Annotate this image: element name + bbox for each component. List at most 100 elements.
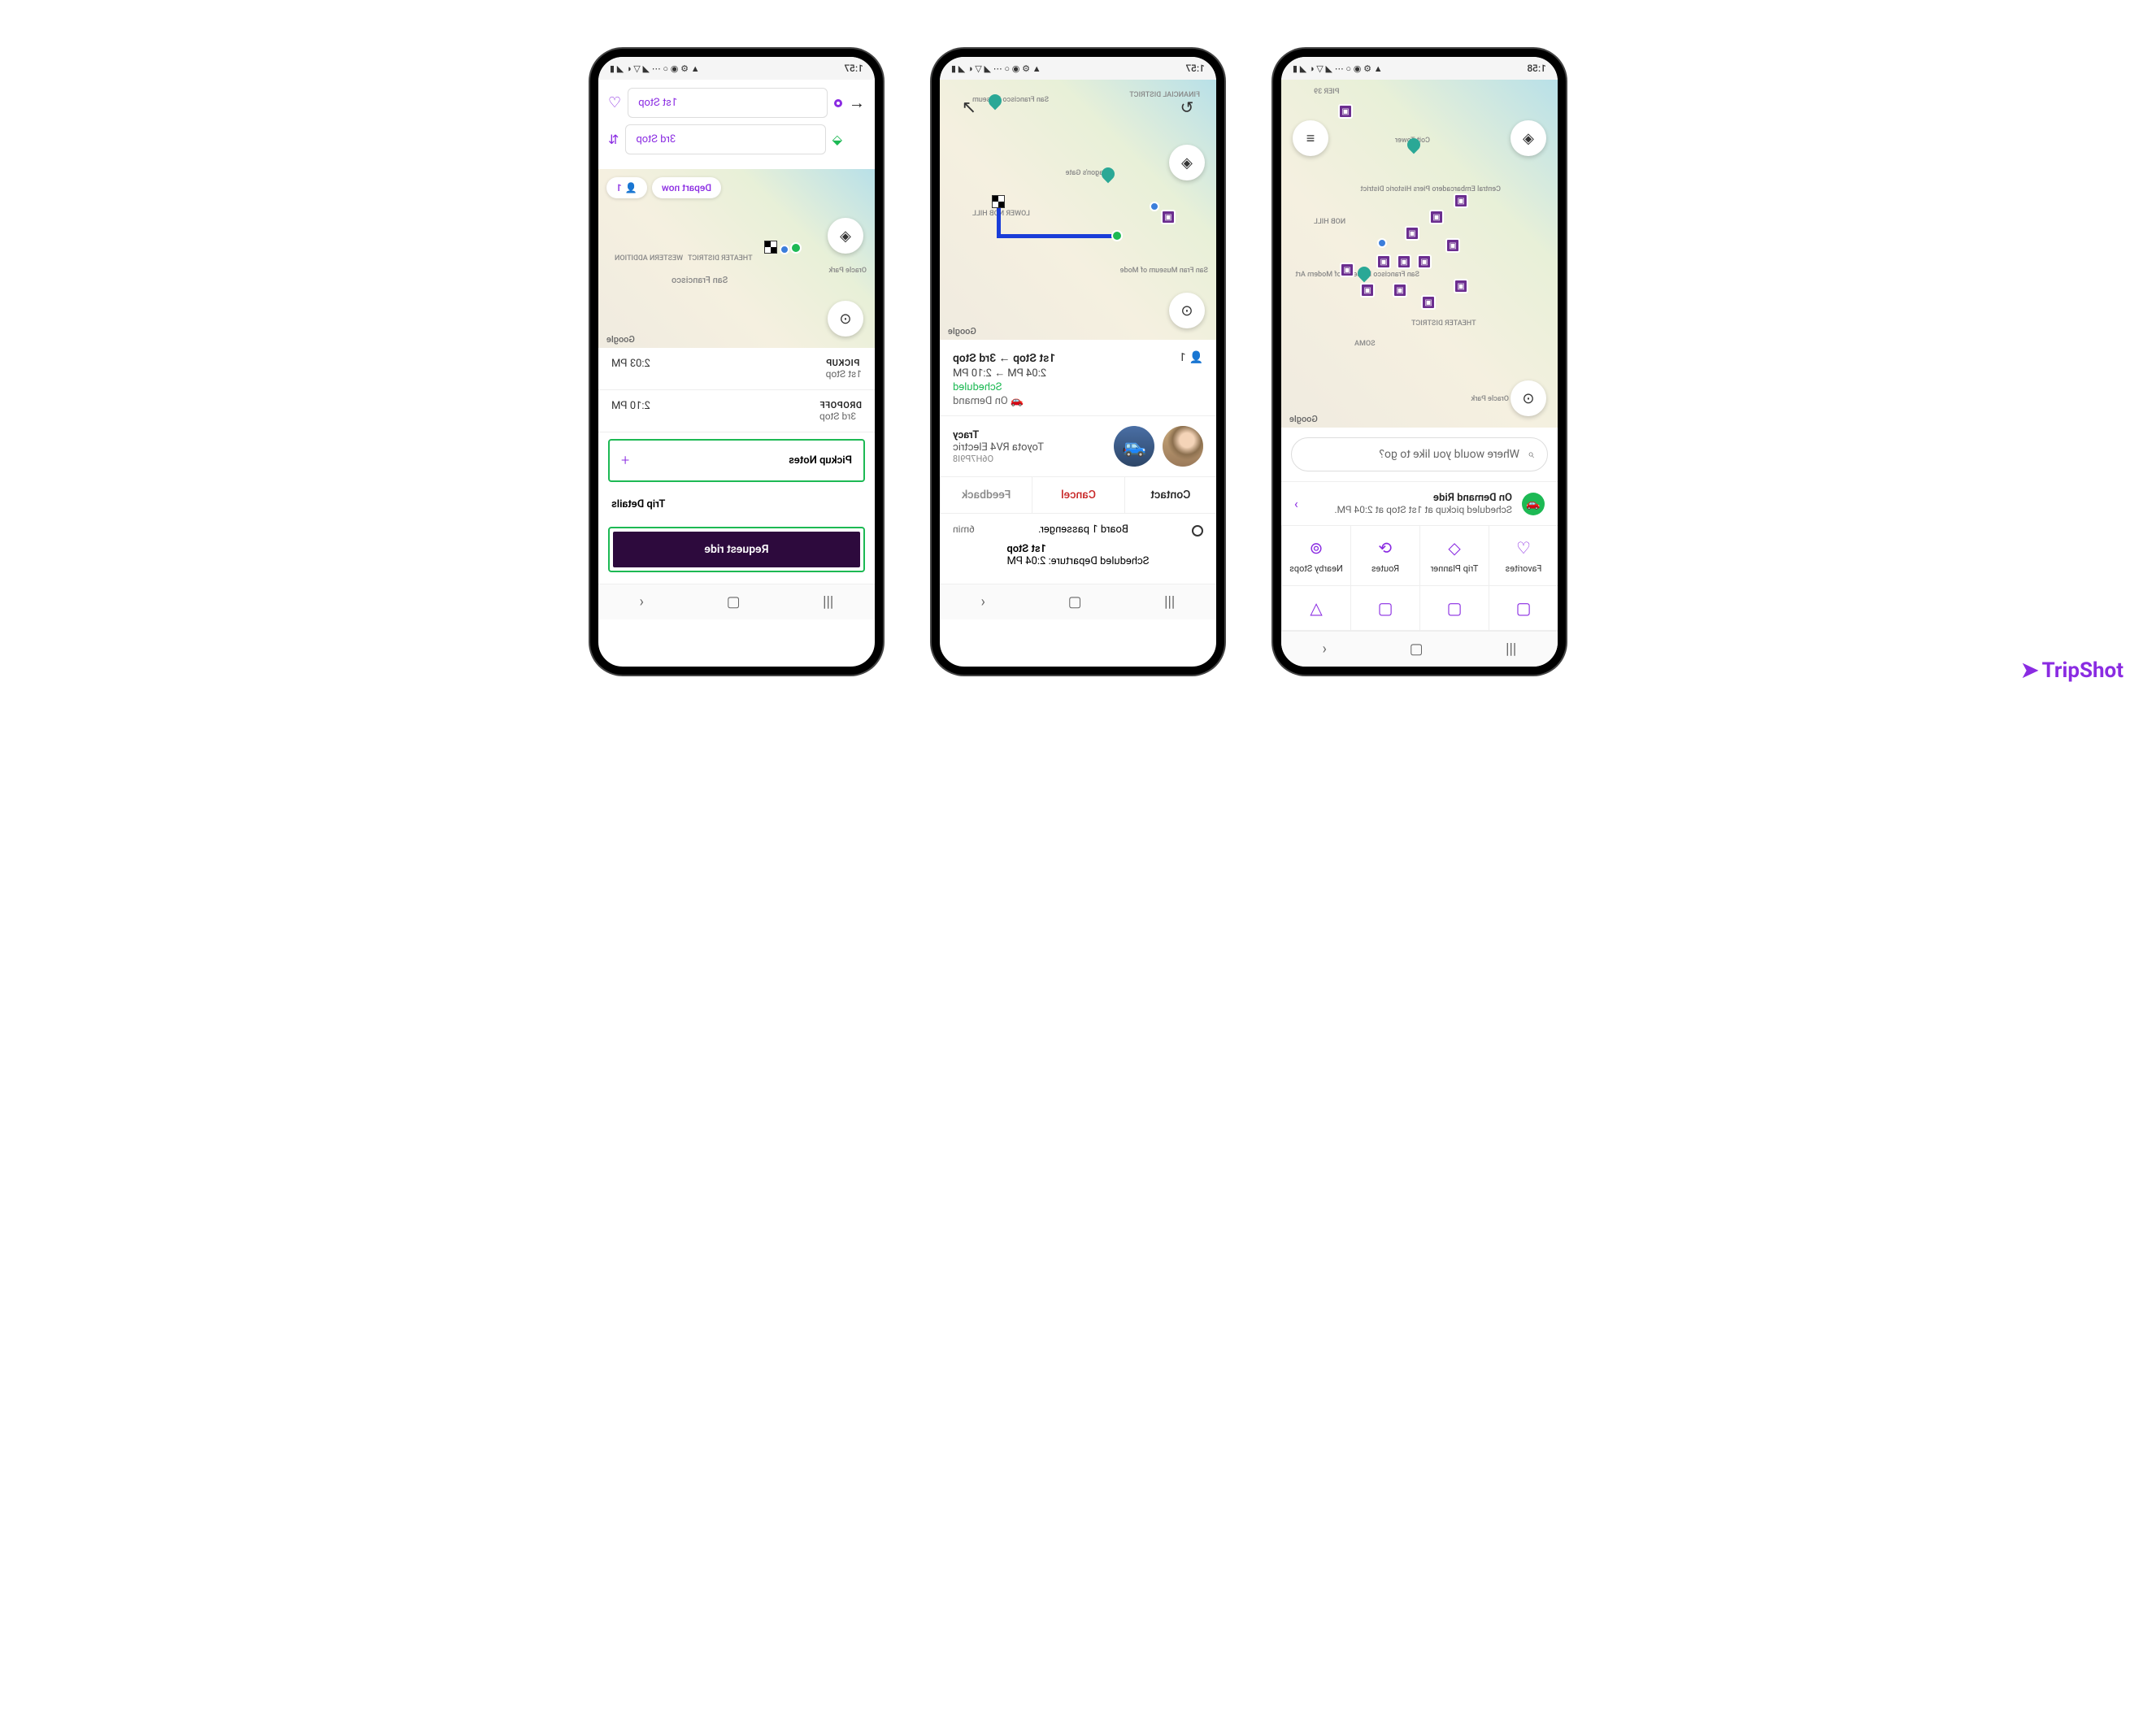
menu-icon: ≡ xyxy=(1306,130,1315,147)
nav-item-8[interactable]: △ xyxy=(1281,586,1350,631)
locate-button[interactable]: ⊙ xyxy=(1511,380,1546,416)
nav-routes[interactable]: ⟳ Routes xyxy=(1350,526,1419,586)
poi-pin-icon[interactable] xyxy=(1355,264,1374,283)
recent-apps-button[interactable]: ||| xyxy=(823,593,833,610)
ride-card[interactable]: 🚗 On Demand Ride Scheduled pickup at 1st… xyxy=(1281,481,1558,525)
bus-pin-icon[interactable]: ▣ xyxy=(1161,210,1176,224)
icon: ▢ xyxy=(1375,597,1396,619)
nav-grid: ♡ Favorites ◇ Trip Planner ⟳ Routes ⊚ Ne… xyxy=(1281,525,1558,631)
plus-icon: + xyxy=(621,452,629,469)
swap-button[interactable]: ⇅ xyxy=(608,132,619,147)
bus-pin-icon[interactable]: ▣ xyxy=(1393,283,1407,298)
layers-icon: ◈ xyxy=(840,228,851,245)
driver-name: Tracy xyxy=(953,429,1106,441)
nav-favorites[interactable]: ♡ Favorites xyxy=(1489,526,1558,586)
nav-item-7[interactable]: ▢ xyxy=(1350,586,1419,631)
layers-button[interactable]: ◈ xyxy=(828,218,863,254)
home-button[interactable]: ▢ xyxy=(1410,641,1424,658)
cancel-button[interactable]: Cancel xyxy=(1032,477,1124,513)
share-button[interactable]: ↗ xyxy=(951,89,987,125)
map[interactable]: Depart now 👤1 San Francisco Oracle Park … xyxy=(598,169,875,348)
bus-pin-icon[interactable]: ▣ xyxy=(1340,263,1354,277)
home-panel: ⌕ Where would you like to go? 🚗 On Deman… xyxy=(1281,428,1558,631)
refresh-button[interactable]: ↻ xyxy=(1169,89,1205,125)
phone-trip-detail: 1:57 ▲ ⚙ ◉ ○ ⋯ ◢ ▽ ◐ ◢ ▮ FINANCIAL DISTR… xyxy=(932,49,1224,675)
bus-pin-icon[interactable]: ▣ xyxy=(1405,226,1419,241)
route-start-dot xyxy=(1111,230,1123,241)
pickup-location: 1st Stop xyxy=(826,368,862,380)
back-button[interactable]: ← xyxy=(849,93,865,113)
android-nav-bar: ||| ▢ ‹ xyxy=(1281,631,1558,667)
car-icon: 🚗 xyxy=(1522,493,1545,515)
trip-panel: 👤 1 1st Stop → 3rd Stop 2:04 PM → 2:10 P… xyxy=(940,340,1216,584)
request-ride-button[interactable]: Request ride xyxy=(613,532,860,567)
vehicle-model: Toyota RV4 Electric xyxy=(953,441,1106,454)
back-button[interactable]: ‹ xyxy=(981,593,985,610)
depart-time-chip[interactable]: Depart now xyxy=(652,177,721,198)
status-bar: 1:58 ▲ ⚙ ◉ ○ ⋯ ◢ ▽ ◐ ◢ ▮ xyxy=(1281,57,1558,80)
tripshot-logo: ➤ TripShot xyxy=(2021,658,2123,683)
icon: ▢ xyxy=(1444,597,1465,619)
bus-pin-icon[interactable]: ▣ xyxy=(1454,193,1468,208)
trip-time: 2:04 PM → 2:10 PM xyxy=(953,367,1180,380)
bus-pin-icon[interactable]: ▣ xyxy=(1360,283,1375,298)
bus-pin-icon[interactable]: ▣ xyxy=(1445,238,1460,253)
user-location-dot xyxy=(780,245,789,254)
origin-input[interactable]: 1st Stop xyxy=(628,88,828,118)
search-input[interactable]: ⌕ Where would you like to go? xyxy=(1291,437,1548,471)
layers-button[interactable]: ◈ xyxy=(1511,120,1546,156)
bus-pin-icon[interactable]: ▣ xyxy=(1429,210,1444,224)
back-button[interactable]: ‹ xyxy=(1323,641,1327,658)
logo-arrow-icon: ➤ xyxy=(2021,658,2039,683)
back-button[interactable]: ‹ xyxy=(640,593,644,610)
timeline-dot-icon xyxy=(1192,525,1203,537)
poi-pin-icon[interactable] xyxy=(1099,165,1118,184)
passenger-chip[interactable]: 👤1 xyxy=(606,177,647,198)
bus-pin-icon[interactable]: ▣ xyxy=(1421,295,1436,310)
favorite-button[interactable]: ♡ xyxy=(608,94,621,111)
driver-avatar[interactable] xyxy=(1163,426,1203,467)
contact-button[interactable]: Contact xyxy=(1124,477,1216,513)
map-label: LOWER NOB HILL xyxy=(972,210,1030,218)
trip-type: 🚗 On Demand xyxy=(953,395,1180,407)
license-plate: O6H7P9I8 xyxy=(953,454,1106,464)
layers-button[interactable]: ◈ xyxy=(1169,145,1205,180)
search-placeholder: Where would you like to go? xyxy=(1379,448,1519,461)
bus-pin-icon[interactable]: ▣ xyxy=(1397,254,1411,269)
bus-pin-icon[interactable]: ▣ xyxy=(1376,254,1391,269)
poi-pin-icon[interactable] xyxy=(986,92,1005,111)
recent-apps-button[interactable]: ||| xyxy=(1506,641,1516,658)
pickup-notes-button[interactable]: Pickup Notes + xyxy=(608,439,865,482)
locate-button[interactable]: ⊙ xyxy=(1169,293,1205,328)
summary-panel: PICKUP 1st Stop 2:03 PM DROPOFF 3rd Stop… xyxy=(598,348,875,584)
map[interactable]: FINANCIAL DISTRICT Dragon's Gate LOWER N… xyxy=(940,80,1216,340)
nav-trip-planner[interactable]: ◇ Trip Planner xyxy=(1419,526,1489,586)
bus-pin-icon[interactable]: ▣ xyxy=(1417,254,1432,269)
map-label: Oracle Park xyxy=(1471,395,1509,403)
nav-nearby-stops[interactable]: ⊚ Nearby Stops xyxy=(1281,526,1350,586)
nav-item-5[interactable]: ▢ xyxy=(1489,586,1558,631)
ride-title: On Demand Ride xyxy=(1308,492,1512,504)
destination-input[interactable]: 3rd Stop xyxy=(625,124,825,154)
locate-icon: ⊙ xyxy=(1180,302,1193,319)
home-button[interactable]: ▢ xyxy=(1068,593,1082,610)
bus-pin-icon[interactable]: ▣ xyxy=(1454,279,1468,293)
eta-badge: 6min xyxy=(953,523,975,535)
trip-details-button[interactable]: Trip Details xyxy=(598,489,875,520)
feedback-button[interactable]: Feedback xyxy=(940,477,1032,513)
passenger-count: 👤 1 xyxy=(1180,351,1203,364)
map[interactable]: PIER 39 Coit Tower NOB HILL Central Emba… xyxy=(1281,80,1558,428)
locate-button[interactable]: ⊙ xyxy=(828,301,863,337)
bus-pin-icon[interactable]: ▣ xyxy=(1338,104,1353,119)
menu-button[interactable]: ≡ xyxy=(1293,120,1328,156)
status-time: 1:57 xyxy=(1185,63,1205,74)
map-label: PIER 39 xyxy=(1314,88,1340,96)
vehicle-avatar[interactable]: 🚙 xyxy=(1114,426,1154,467)
home-button[interactable]: ▢ xyxy=(727,593,741,610)
dropoff-time: 2:10 PM xyxy=(611,400,650,422)
recent-apps-button[interactable]: ||| xyxy=(1164,593,1175,610)
pickup-summary: PICKUP 1st Stop 2:03 PM xyxy=(598,348,875,390)
nav-item-6[interactable]: ▢ xyxy=(1419,586,1489,631)
stop-inputs: ← 1st Stop ♡ ⬙ 3rd Stop ⇅ xyxy=(598,80,875,169)
user-location-dot xyxy=(1150,202,1159,211)
